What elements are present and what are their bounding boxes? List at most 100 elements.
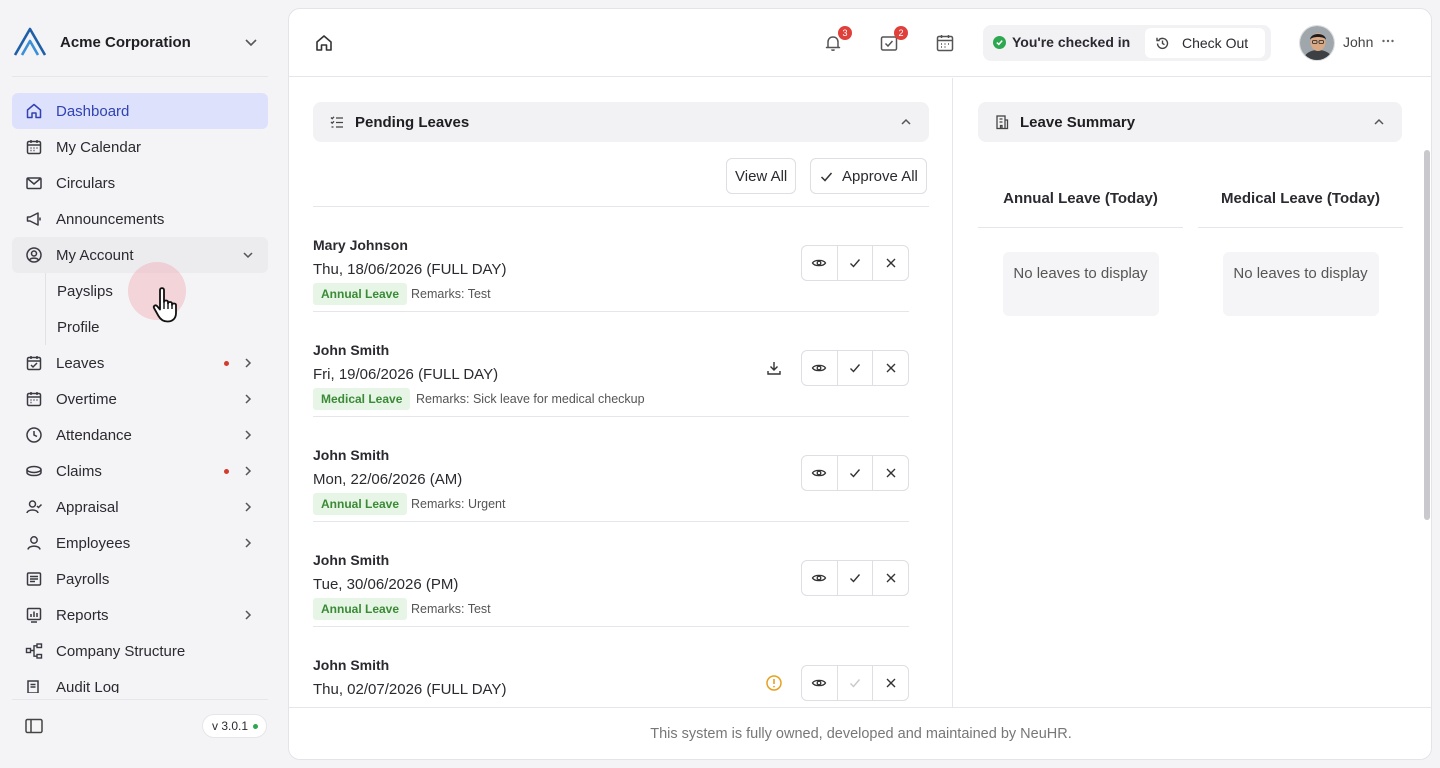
mail-icon — [24, 173, 44, 193]
approve-all-label: Approve All — [842, 167, 918, 185]
download-icon[interactable] — [765, 359, 783, 377]
audit-icon — [24, 677, 44, 693]
employee-name: John Smith — [313, 657, 390, 673]
avatar[interactable] — [1299, 25, 1335, 61]
sidebar-item-announcements[interactable]: Announcements — [12, 201, 268, 237]
sidebar-item-label: Announcements — [56, 210, 165, 228]
top-bar: 3 2 You're checked in Check Out John — [289, 9, 1431, 77]
scrollbar[interactable] — [1424, 150, 1430, 520]
chevron-right-icon — [240, 607, 256, 623]
chevron-down-icon — [240, 247, 256, 263]
notification-count-badge: 3 — [838, 26, 852, 40]
employee-name: John Smith — [313, 552, 390, 568]
chevron-right-icon — [240, 535, 256, 551]
sidebar-toggle-icon[interactable] — [24, 716, 44, 736]
view-eye-icon[interactable] — [802, 666, 837, 700]
list-item: John Smith Mon, 22/06/2026 (AM) Annual L… — [313, 417, 909, 522]
attendance-widget: You're checked in Check Out — [983, 25, 1271, 61]
view-all-button[interactable]: View All — [726, 158, 797, 194]
sidebar-item-audit-log[interactable]: Audit Log — [12, 669, 268, 693]
approve-check-icon[interactable] — [836, 351, 873, 385]
org-switcher[interactable]: Acme Corporation — [12, 24, 268, 60]
sidebar-item-employees[interactable]: Employees — [12, 525, 268, 561]
reject-x-icon[interactable] — [872, 246, 908, 280]
chevron-up-icon[interactable] — [1372, 115, 1386, 129]
calendar-check-icon — [24, 353, 44, 373]
reject-x-icon[interactable] — [872, 456, 908, 490]
leave-remarks: Remarks: Urgent — [411, 497, 506, 511]
approve-check-icon[interactable] — [836, 561, 873, 595]
medical-leave-today: Medical Leave (Today) No leaves to displ… — [1198, 170, 1403, 316]
chevron-up-icon[interactable] — [899, 115, 913, 129]
sidebar-item-reports[interactable]: Reports — [12, 597, 268, 633]
sidebar-item-label: Company Structure — [56, 642, 186, 660]
home-icon[interactable] — [313, 32, 335, 54]
leave-summary-title: Leave Summary — [1020, 113, 1136, 131]
view-eye-icon[interactable] — [802, 351, 837, 385]
tasks-button[interactable]: 2 — [878, 26, 908, 54]
user-circle-icon — [24, 245, 44, 265]
sidebar-item-leaves[interactable]: Leaves — [12, 345, 268, 381]
view-eye-icon[interactable] — [802, 561, 837, 595]
empty-state: No leaves to display — [1002, 252, 1159, 316]
leave-summary-header[interactable]: Leave Summary — [978, 102, 1402, 142]
reject-x-icon[interactable] — [872, 561, 908, 595]
sidebar-item-label: Employees — [56, 534, 131, 552]
approve-all-button[interactable]: Approve All — [810, 158, 927, 194]
sidebar-item-claims[interactable]: Claims — [12, 453, 268, 489]
leave-date: Thu, 02/07/2026 (FULL DAY) — [313, 681, 507, 698]
calendar-icon — [24, 137, 44, 157]
approve-check-icon — [836, 666, 873, 700]
more-horizontal-icon[interactable] — [1381, 34, 1395, 48]
pending-leaves-section: Pending Leaves View All Approve All Mary… — [289, 78, 953, 707]
checkin-status: You're checked in — [993, 34, 1130, 50]
org-name: Acme Corporation — [60, 33, 191, 51]
warning-circle-icon[interactable] — [765, 674, 783, 692]
approve-check-icon[interactable] — [836, 456, 873, 490]
chevron-right-icon — [240, 427, 256, 443]
version-text: v 3.0.1 — [212, 719, 249, 733]
leave-type-badge: Annual Leave — [313, 493, 408, 515]
check-icon — [819, 169, 834, 184]
hierarchy-icon — [24, 641, 44, 661]
sidebar-item-label: Appraisal — [56, 498, 119, 516]
calendar-icon[interactable] — [934, 32, 956, 54]
sidebar-item-attendance[interactable]: Attendance — [12, 417, 268, 453]
employee-name: John Smith — [313, 342, 390, 358]
approve-check-icon[interactable] — [836, 246, 873, 280]
sidebar-item-payrolls[interactable]: Payrolls — [12, 561, 268, 597]
check-circle-icon — [993, 35, 1006, 49]
sidebar-item-circulars[interactable]: Circulars — [12, 165, 268, 201]
footer: This system is fully owned, developed an… — [289, 707, 1431, 759]
sidebar-nav: Dashboard My Calendar Circulars Announce… — [12, 93, 268, 693]
notifications-button[interactable]: 3 — [822, 26, 852, 54]
task-count-badge: 2 — [894, 26, 908, 40]
user-icon — [24, 533, 44, 553]
leave-remarks: Remarks: Test — [411, 287, 491, 301]
check-out-button[interactable]: Check Out — [1145, 28, 1265, 58]
sidebar-item-appraisal[interactable]: Appraisal — [12, 489, 268, 525]
leave-date: Mon, 22/06/2026 (AM) — [313, 471, 463, 488]
reject-x-icon[interactable] — [872, 666, 908, 700]
sidebar-item-label: Attendance — [56, 426, 132, 444]
pending-leaves-header[interactable]: Pending Leaves — [313, 102, 929, 142]
leave-date: Fri, 19/06/2026 (FULL DAY) — [313, 366, 499, 383]
submenu-line — [45, 273, 46, 345]
row-actions — [801, 245, 909, 281]
view-eye-icon[interactable] — [802, 456, 837, 490]
user-name[interactable]: John — [1343, 34, 1373, 50]
view-eye-icon[interactable] — [802, 246, 837, 280]
leave-summary-section: Leave Summary Annual Leave (Today) No le… — [954, 78, 1431, 707]
report-chart-icon — [24, 605, 44, 625]
empty-state: No leaves to display — [1222, 252, 1379, 316]
leave-date: Tue, 30/06/2026 (PM) — [313, 576, 459, 593]
reject-x-icon[interactable] — [872, 351, 908, 385]
sidebar-item-dashboard[interactable]: Dashboard — [12, 93, 268, 129]
chevron-down-icon[interactable] — [242, 33, 260, 51]
sidebar-item-label: Reports — [56, 606, 109, 624]
sidebar-item-my-calendar[interactable]: My Calendar — [12, 129, 268, 165]
sidebar-item-overtime[interactable]: Overtime — [12, 381, 268, 417]
sidebar-item-label: Payrolls — [56, 570, 110, 588]
sidebar-item-label: My Calendar — [56, 138, 142, 156]
sidebar-item-company-structure[interactable]: Company Structure — [12, 633, 268, 669]
